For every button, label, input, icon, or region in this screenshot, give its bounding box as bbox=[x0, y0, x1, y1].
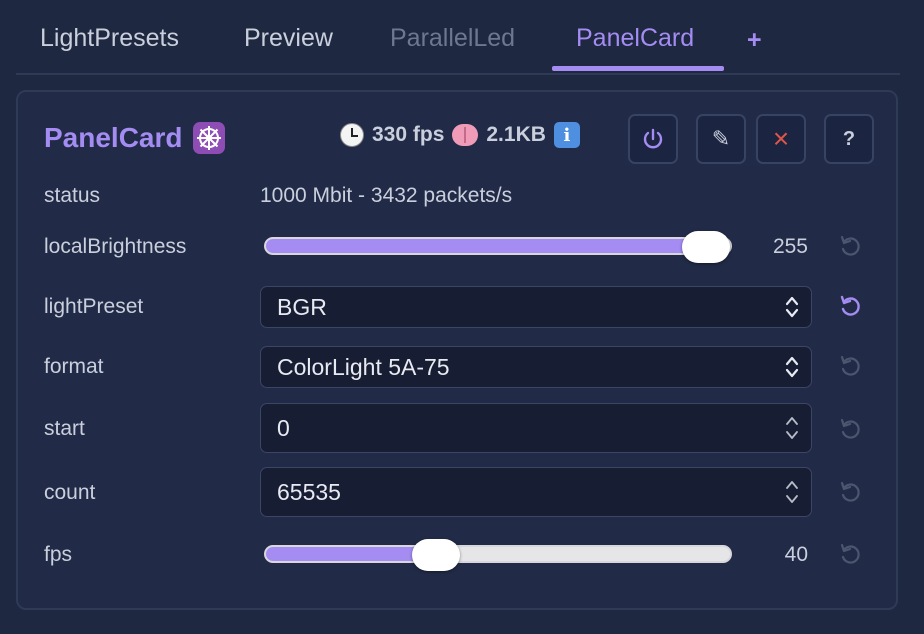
slider-fill bbox=[266, 239, 706, 253]
stepper-arrows-icon[interactable] bbox=[785, 413, 799, 443]
reset-icon[interactable] bbox=[838, 234, 862, 258]
light-preset-select[interactable]: BGR bbox=[260, 286, 812, 328]
reset-icon[interactable] bbox=[838, 417, 862, 441]
info-icon[interactable]: i bbox=[553, 122, 580, 148]
format-select[interactable]: ColorLight 5A-75 bbox=[260, 346, 812, 388]
tab-parallelled[interactable]: ParallelLed bbox=[390, 24, 515, 53]
delete-button[interactable]: × bbox=[756, 114, 806, 164]
format-value: ColorLight 5A-75 bbox=[277, 353, 450, 380]
select-arrows-icon bbox=[785, 356, 799, 378]
brain-icon bbox=[452, 124, 479, 146]
active-tab-indicator bbox=[552, 66, 724, 71]
light-preset-label: lightPreset bbox=[44, 295, 144, 318]
fps-value: 40 bbox=[784, 543, 808, 566]
reset-icon[interactable] bbox=[838, 542, 862, 566]
help-button[interactable]: ? bbox=[824, 114, 874, 164]
start-value: 0 bbox=[277, 414, 290, 441]
card-stats: 330 fps 2.1KB i bbox=[340, 122, 580, 148]
power-button[interactable] bbox=[628, 114, 678, 164]
local-brightness-label: localBrightness bbox=[44, 235, 187, 258]
start-input[interactable]: 0 bbox=[260, 403, 812, 453]
light-preset-value: BGR bbox=[277, 293, 327, 320]
tab-lightpresets[interactable]: LightPresets bbox=[40, 24, 179, 53]
format-label: format bbox=[44, 355, 104, 378]
add-tab-button[interactable]: + bbox=[747, 26, 762, 55]
count-value: 65535 bbox=[277, 478, 341, 505]
reset-icon[interactable] bbox=[838, 354, 862, 378]
slider-thumb[interactable] bbox=[412, 539, 460, 571]
memory-stat: 2.1KB bbox=[486, 123, 546, 146]
fps-slider[interactable] bbox=[264, 539, 732, 571]
start-label: start bbox=[44, 417, 85, 440]
count-input[interactable]: 65535 bbox=[260, 467, 812, 517]
status-label: status bbox=[44, 184, 101, 207]
card-title: PanelCard bbox=[44, 122, 225, 154]
reset-icon[interactable] bbox=[838, 294, 862, 318]
pencil-icon: ✎ bbox=[711, 126, 731, 151]
local-brightness-slider[interactable] bbox=[264, 231, 732, 263]
tab-bar: LightPresets Preview ParallelLed PanelCa… bbox=[16, 0, 900, 75]
close-icon: × bbox=[772, 123, 790, 154]
help-icon: ? bbox=[842, 127, 856, 150]
card-title-text: PanelCard bbox=[44, 122, 183, 153]
fps-label: fps bbox=[44, 543, 73, 566]
power-icon bbox=[643, 128, 663, 149]
wheel-icon bbox=[192, 122, 225, 154]
count-label: count bbox=[44, 481, 96, 504]
status-value: 1000 Mbit - 3432 packets/s bbox=[260, 184, 513, 207]
slider-thumb[interactable] bbox=[682, 231, 730, 263]
tab-panelcard[interactable]: PanelCard bbox=[576, 24, 694, 53]
tab-preview[interactable]: Preview bbox=[244, 24, 333, 53]
reset-icon[interactable] bbox=[838, 480, 862, 504]
panel-card: PanelCard 330 fps 2.1KB i ✎ × ? status 1… bbox=[16, 90, 898, 610]
clock-icon bbox=[340, 123, 364, 147]
stepper-arrows-icon[interactable] bbox=[785, 477, 799, 507]
slider-fill bbox=[266, 547, 436, 561]
select-arrows-icon bbox=[785, 296, 799, 318]
local-brightness-value: 255 bbox=[772, 235, 808, 258]
fps-stat: 330 fps bbox=[372, 123, 445, 146]
edit-button[interactable]: ✎ bbox=[696, 114, 746, 164]
